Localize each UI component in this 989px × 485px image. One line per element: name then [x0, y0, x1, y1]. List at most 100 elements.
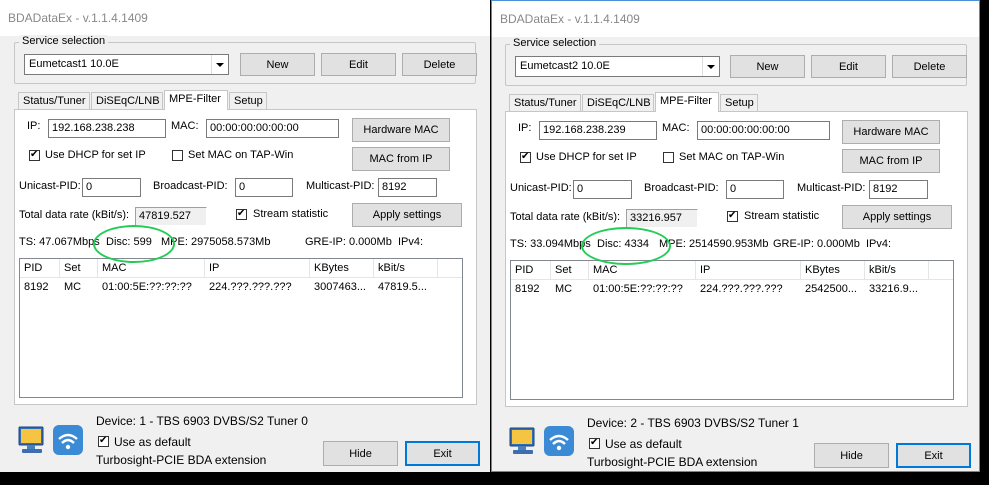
stream-statistic-checkbox[interactable]	[727, 209, 738, 223]
chevron-down-icon[interactable]	[702, 57, 719, 76]
cell-set: MC	[555, 283, 573, 295]
unicast-pid-input[interactable]: 0	[573, 180, 632, 199]
service-select-value: Eumetcast2 10.0E	[520, 60, 610, 72]
title-bar[interactable]: BDADataEx - v.1.1.4.1409	[492, 1, 979, 37]
pid-table[interactable]: PID Set MAC IP KBytes kBit/s 8192 MC 01:…	[510, 260, 954, 400]
ip-label: IP:	[27, 120, 41, 132]
tab-status-tuner[interactable]: Status/Tuner	[18, 92, 90, 109]
computer-icon	[16, 424, 48, 456]
tab-mpe-filter[interactable]: MPE-Filter	[655, 92, 719, 112]
tab-label: Status/Tuner	[514, 97, 577, 109]
ip-input[interactable]: 192.168.238.239	[539, 121, 657, 140]
total-data-rate-label: Total data rate (kBit/s):	[19, 209, 130, 221]
column-header-pid[interactable]: PID	[511, 261, 551, 279]
service-select[interactable]: Eumetcast2 10.0E	[515, 56, 720, 77]
mac-from-ip-button[interactable]: MAC from IP	[842, 149, 940, 173]
set-mac-checkbox[interactable]	[663, 152, 674, 163]
unicast-pid-label: Unicast-PID:	[19, 180, 81, 192]
edit-button[interactable]: Edit	[321, 53, 396, 76]
ip-label: IP:	[518, 122, 532, 134]
hide-button[interactable]: Hide	[323, 441, 398, 466]
column-header-ip[interactable]: IP	[696, 261, 801, 279]
device-name: Device: 1 - TBS 6903 DVBS/S2 Tuner 0	[96, 414, 308, 428]
disc-count-text: Disc: 4334	[597, 238, 649, 250]
hide-button[interactable]: Hide	[814, 443, 889, 468]
column-header-mac[interactable]: MAC	[589, 261, 696, 279]
unicast-pid-input[interactable]: 0	[82, 178, 141, 197]
cell-set: MC	[64, 281, 82, 293]
tab-diseqc-lnb[interactable]: DiSEqC/LNB	[91, 92, 163, 109]
stream-statistic-checkbox[interactable]	[236, 207, 247, 221]
multicast-pid-input[interactable]: 8192	[869, 180, 928, 199]
cell-kbytes: 3007463...	[314, 281, 366, 293]
tab-label: MPE-Filter	[169, 93, 221, 105]
column-header-mac[interactable]: MAC	[98, 259, 205, 277]
cell-pid: 8192	[515, 283, 540, 295]
column-header-kbytes[interactable]: KBytes	[801, 261, 865, 279]
tab-mpe-filter[interactable]: MPE-Filter	[164, 90, 228, 110]
total-data-rate-label: Total data rate (kBit/s):	[510, 211, 621, 223]
use-as-default-label: Use as default	[114, 435, 191, 449]
multicast-pid-label: Multicast-PID:	[306, 180, 375, 192]
dhcp-checkbox[interactable]	[520, 150, 531, 164]
mpe-filter-panel: IP: 192.168.238.239 MAC: 00:00:00:00:00:…	[505, 111, 968, 407]
use-as-default-checkbox[interactable]	[589, 436, 600, 450]
cell-mac: 01:00:5E:??:??:??	[102, 281, 192, 293]
use-as-default-label: Use as default	[605, 437, 682, 451]
multicast-pid-input[interactable]: 8192	[378, 178, 437, 197]
bdadataex-window-1: BDADataEx - v.1.1.4.1409 Service selecti…	[0, 0, 490, 472]
column-header-pid[interactable]: PID	[20, 259, 60, 277]
service-selection-label: Service selection	[19, 35, 109, 47]
delete-button[interactable]: Delete	[892, 55, 967, 78]
extension-name: Turbosight-PCIE BDA extension	[587, 455, 758, 469]
wifi-icon	[543, 425, 575, 457]
tab-setup[interactable]: Setup	[229, 92, 267, 109]
column-header-ip[interactable]: IP	[205, 259, 310, 277]
bdadataex-window-2: BDADataEx - v.1.1.4.1409 Service selecti…	[491, 0, 980, 472]
tab-label: DiSEqC/LNB	[587, 97, 651, 109]
exit-button[interactable]: Exit	[405, 441, 480, 466]
tab-setup[interactable]: Setup	[720, 94, 758, 111]
mac-label: MAC:	[662, 122, 690, 134]
broadcast-pid-input[interactable]: 0	[235, 178, 293, 197]
dhcp-checkbox[interactable]	[29, 148, 40, 162]
tab-status-tuner[interactable]: Status/Tuner	[509, 94, 581, 111]
set-mac-checkbox[interactable]	[172, 150, 183, 161]
cell-kbits: 33216.9...	[869, 283, 918, 295]
service-selection-label: Service selection	[510, 37, 600, 49]
broadcast-pid-input[interactable]: 0	[726, 180, 784, 199]
apply-settings-button[interactable]: Apply settings	[842, 205, 952, 229]
dhcp-label: Use DHCP for set IP	[536, 151, 637, 163]
mac-input[interactable]: 00:00:00:00:00:00	[697, 121, 830, 140]
cell-ip: 224.???.???.???	[700, 283, 783, 295]
use-as-default-checkbox[interactable]	[98, 434, 109, 448]
cell-mac: 01:00:5E:??:??:??	[593, 283, 683, 295]
edit-button[interactable]: Edit	[811, 55, 886, 78]
new-button[interactable]: New	[730, 55, 805, 78]
ts-rate-text: TS: 33.094Mbps	[510, 238, 591, 250]
chevron-down-icon[interactable]	[211, 55, 228, 74]
mac-input[interactable]: 00:00:00:00:00:00	[206, 119, 339, 138]
tab-diseqc-lnb[interactable]: DiSEqC/LNB	[582, 94, 654, 111]
mpe-total-text: MPE: 2975058.573Mb	[161, 236, 271, 248]
hardware-mac-button[interactable]: Hardware MAC	[352, 118, 450, 142]
column-header-kbytes[interactable]: KBytes	[310, 259, 374, 277]
cell-pid: 8192	[24, 281, 49, 293]
dhcp-label: Use DHCP for set IP	[45, 149, 146, 161]
delete-button[interactable]: Delete	[402, 53, 477, 76]
ip-input[interactable]: 192.168.238.238	[48, 119, 166, 138]
new-button[interactable]: New	[240, 53, 315, 76]
hardware-mac-button[interactable]: Hardware MAC	[842, 120, 940, 144]
service-select[interactable]: Eumetcast1 10.0E	[24, 54, 229, 75]
mac-from-ip-button[interactable]: MAC from IP	[352, 147, 450, 171]
column-header-set[interactable]: Set	[60, 259, 98, 277]
title-bar[interactable]: BDADataEx - v.1.1.4.1409	[0, 0, 490, 36]
column-header-kbits[interactable]: kBit/s	[374, 259, 438, 277]
exit-button[interactable]: Exit	[896, 443, 971, 468]
column-header-set[interactable]: Set	[551, 261, 589, 279]
apply-settings-button[interactable]: Apply settings	[352, 203, 462, 227]
mac-label: MAC:	[171, 120, 199, 132]
pid-table[interactable]: PID Set MAC IP KBytes kBit/s 8192 MC 01:…	[19, 258, 463, 398]
extension-name: Turbosight-PCIE BDA extension	[96, 453, 267, 467]
column-header-kbits[interactable]: kBit/s	[865, 261, 929, 279]
